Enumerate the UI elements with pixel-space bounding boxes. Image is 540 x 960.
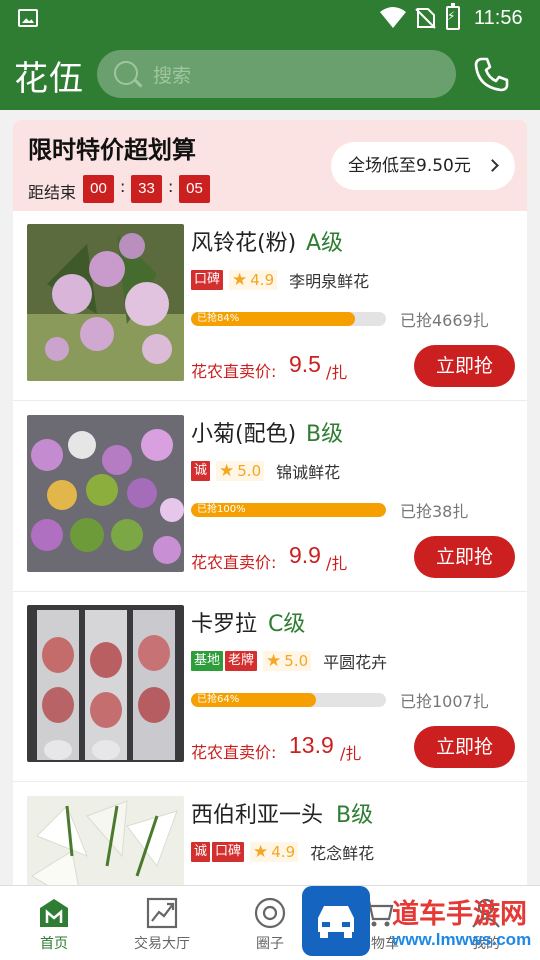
integrity-badge: 诚 [191, 461, 211, 481]
rating: ★ 5.0 [263, 651, 312, 671]
sold-count: 已抢4669扎 [400, 311, 489, 330]
battery-charging-icon [446, 3, 460, 30]
watermark-logo [302, 886, 370, 956]
product-item[interactable]: 小菊(配色) B级 诚 ★ 5.0 锦诚鲜花 已抢100% 已抢38扎 花农直卖价… [13, 402, 527, 592]
rating: ★ 4.9 [229, 270, 278, 290]
sold-progress-text: 已抢100% [197, 504, 246, 515]
reputation-badge: 口碑 [212, 842, 245, 862]
price-unit: /扎 [326, 554, 348, 573]
search-placeholder: 搜索 [153, 65, 192, 87]
rating: ★ 4.9 [250, 842, 299, 862]
product-image[interactable] [27, 415, 184, 572]
flash-sale-banner: 限时特价超划算 距结束 00 : 33 : 05 全场低至9.50元 [13, 120, 527, 211]
app-title: 花伍 [14, 59, 84, 99]
price-value: 13.9 [289, 732, 334, 758]
product-badges: 诚 口碑 ★ 4.9 花念鲜花 [191, 841, 374, 863]
rating-value: 4.9 [271, 843, 296, 861]
base-badge: 基地 [191, 651, 224, 671]
product-name: 西伯利亚一头 [191, 803, 324, 828]
star-icon: ★ [219, 461, 235, 481]
rating-value: 4.9 [250, 271, 275, 289]
countdown-seconds: 05 [179, 175, 210, 203]
watermark: 道车手游网 www.lmwws.com [300, 886, 540, 960]
watermark-text: 道车手游网 [392, 899, 527, 930]
star-icon: ★ [266, 651, 282, 671]
price-unit: /扎 [326, 363, 348, 382]
sold-count: 已抢1007扎 [400, 692, 489, 711]
tab-trading-hall-label: 交易大厅 [134, 936, 190, 952]
shop-name[interactable]: 李明泉鲜花 [289, 268, 369, 292]
flash-sale-title: 限时特价超划算 [28, 136, 196, 164]
view-all-deals-button[interactable]: 全场低至9.50元 [331, 142, 515, 190]
home-icon [40, 899, 68, 927]
phone-icon[interactable] [472, 54, 512, 94]
gallery-icon [18, 9, 38, 27]
rating: ★ 5.0 [216, 461, 265, 481]
buy-now-button[interactable]: 立即抢 [414, 536, 515, 578]
countdown-label: 距结束 [28, 183, 77, 202]
product-image[interactable] [27, 224, 184, 381]
buy-now-button[interactable]: 立即抢 [414, 726, 515, 768]
view-all-deals-label: 全场低至9.50元 [348, 156, 471, 176]
star-icon: ★ [232, 270, 248, 290]
shop-name[interactable]: 锦诚鲜花 [276, 459, 340, 483]
product-image[interactable] [27, 605, 184, 762]
search-icon [114, 61, 138, 85]
status-bar: 11:56 [0, 0, 540, 38]
countdown-separator: : [120, 177, 126, 196]
product-grade: A级 [306, 231, 344, 256]
veteran-badge: 老牌 [225, 651, 258, 671]
wifi-icon [380, 7, 406, 28]
shop-name[interactable]: 平圆花卉 [323, 649, 387, 673]
price-value: 9.9 [289, 542, 321, 568]
rating-value: 5.0 [284, 652, 309, 670]
integrity-badge: 诚 [191, 842, 211, 862]
product-grade: C级 [268, 612, 306, 637]
product-badges: 诚 ★ 5.0 锦诚鲜花 [191, 460, 340, 482]
product-name: 风铃花(粉) [191, 231, 297, 256]
countdown-hours: 00 [83, 175, 114, 203]
product-badges: 基地 老牌 ★ 5.0 平圆花卉 [191, 650, 387, 672]
product-list: 风铃花(粉) A级 口碑 ★ 4.9 李明泉鲜花 已抢84% 已抢4669扎 花农… [13, 211, 527, 885]
sold-count: 已抢38扎 [400, 502, 469, 521]
sold-progress-text: 已抢84% [197, 313, 240, 324]
watermark-url: www.lmwws.com [392, 930, 532, 949]
product-grade: B级 [306, 422, 344, 447]
sold-progress-bar: 已抢84% [191, 312, 386, 326]
car-icon [318, 906, 354, 938]
chevron-right-icon [486, 159, 499, 172]
star-icon: ★ [253, 842, 269, 862]
price-unit: /扎 [340, 744, 362, 763]
search-input[interactable]: 搜索 [97, 50, 456, 98]
sold-progress-bar: 已抢64% [191, 693, 386, 707]
reputation-badge: 口碑 [191, 270, 224, 290]
circle-icon [254, 897, 286, 929]
buy-now-button[interactable]: 立即抢 [414, 345, 515, 387]
rating-value: 5.0 [237, 462, 262, 480]
countdown-separator: : [168, 177, 174, 196]
price-label: 花农直卖价: [191, 553, 277, 572]
sold-progress-bar: 已抢100% [191, 503, 386, 517]
product-badges: 口碑 ★ 4.9 李明泉鲜花 [191, 269, 369, 291]
shop-name[interactable]: 花念鲜花 [310, 840, 374, 864]
price-label: 花农直卖价: [191, 362, 277, 381]
clock: 11:56 [474, 7, 523, 29]
product-name: 卡罗拉 [191, 612, 258, 637]
app-header: 花伍 搜索 [0, 38, 540, 110]
sold-progress-text: 已抢64% [197, 694, 240, 705]
trend-icon [146, 897, 178, 929]
product-name: 小菊(配色) [191, 422, 297, 447]
tab-home-label: 首页 [40, 936, 68, 952]
price-label: 花农直卖价: [191, 743, 277, 762]
countdown-minutes: 33 [131, 175, 162, 203]
no-sim-icon [415, 8, 436, 29]
tab-trading-hall[interactable]: 交易大厅 [108, 886, 216, 960]
product-item[interactable]: 卡罗拉 C级 基地 老牌 ★ 5.0 平圆花卉 已抢64% 已抢1007扎 花农直… [13, 592, 527, 782]
product-grade: B级 [336, 803, 374, 828]
product-item[interactable]: 风铃花(粉) A级 口碑 ★ 4.9 李明泉鲜花 已抢84% 已抢4669扎 花农… [13, 211, 527, 401]
tab-home[interactable]: 首页 [0, 886, 108, 960]
price-value: 9.5 [289, 351, 321, 377]
product-item[interactable]: 西伯利亚一头 B级 诚 口碑 ★ 4.9 花念鲜花 [13, 783, 527, 885]
product-image[interactable] [27, 796, 184, 885]
